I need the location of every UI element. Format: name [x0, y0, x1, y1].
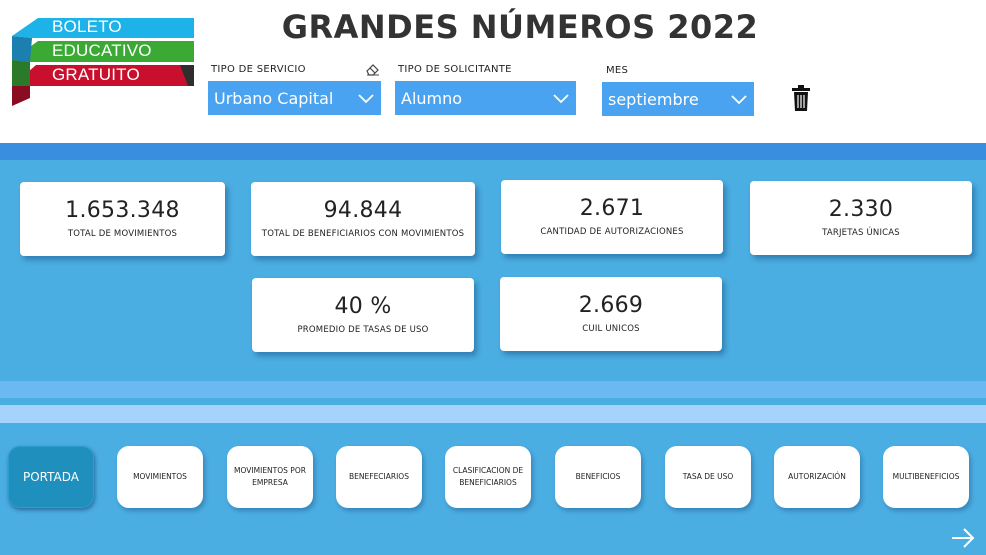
kpi-card-cuil-unicos: 2.669 CUIL UNICOS [500, 277, 722, 351]
kpi-label: TARJETAS ÚNICAS [822, 228, 900, 238]
nav-button-autorizacion[interactable]: AUTORIZACIÓN [774, 446, 860, 508]
chevron-down-icon [553, 94, 569, 104]
page-title: GRANDES NÚMEROS 2022 [281, 8, 759, 46]
kpi-card-beneficiarios: 94.844 TOTAL DE BENEFICIARIOS CON MOVIMI… [251, 182, 475, 256]
logo-text-line2: EDUCATIVO [52, 41, 152, 60]
nav-button-beneficiarios[interactable]: BENEFECIARIOS [336, 446, 422, 508]
filter-label-mes: MES [606, 65, 629, 76]
boleto-educativo-gratuito-logo: BOLETO EDUCATIVO GRATUITO [12, 14, 196, 106]
kpi-label: TOTAL DE MOVIMIENTOS [67, 229, 178, 239]
panel-top-stripe [0, 143, 986, 160]
kpi-value: 2.330 [828, 197, 894, 222]
solicitante-selected-value: Alumno [401, 88, 463, 108]
eraser-icon[interactable] [364, 62, 380, 76]
nav-button-tasa-de-uso[interactable]: TASA DE USO [665, 446, 751, 508]
kpi-card-autorizaciones: 2.671 CANTIDAD DE AUTORIZACIONES [501, 180, 723, 254]
kpi-value: 94.844 [323, 198, 403, 223]
kpi-label: CUIL UNICOS [582, 324, 640, 334]
kpi-value: 2.669 [578, 293, 644, 318]
nav-button-portada[interactable]: PORTADA [8, 446, 94, 508]
logo-text-line1: BOLETO [52, 17, 122, 36]
filter-label-solicitante: TIPO DE SOLICITANTE [398, 64, 512, 75]
kpi-card-tasas-de-uso: 40 % PROMEDIO DE TASAS DE USO [252, 278, 474, 352]
nav-button-movimientos-por-empresa[interactable]: MOVIMIENTOS POR EMPRESA [227, 446, 313, 508]
panel-divider-stripe-light [0, 405, 986, 423]
solicitante-dropdown[interactable]: Alumno [395, 81, 576, 115]
filter-label-servicio: TIPO DE SERVICIO [211, 64, 306, 75]
nav-button-movimientos[interactable]: MOVIMIENTOS [117, 446, 203, 508]
logo-text-line3: GRATUITO [52, 65, 140, 84]
servicio-selected-value: Urbano Capital [214, 88, 334, 108]
arrow-right-icon[interactable] [950, 526, 976, 550]
nav-button-beneficios[interactable]: BENEFICIOS [555, 446, 641, 508]
kpi-value: 40 % [334, 294, 392, 319]
servicio-dropdown[interactable]: Urbano Capital [208, 81, 381, 115]
mes-selected-value: septiembre [608, 89, 699, 109]
kpi-label: CANTIDAD DE AUTORIZACIONES [540, 227, 684, 237]
nav-button-multibeneficios[interactable]: MULTIBENEFICIOS [883, 446, 969, 508]
kpi-card-tarjetas-unicas: 2.330 TARJETAS ÚNICAS [750, 181, 972, 255]
kpi-value: 2.671 [579, 196, 645, 221]
dashboard-page: BOLETO EDUCATIVO GRATUITO GRANDES NÚMERO… [0, 0, 986, 555]
panel-divider-stripe [0, 381, 986, 398]
kpi-label: PROMEDIO DE TASAS DE USO [297, 325, 429, 335]
nav-button-clasificacion-beneficiarios[interactable]: CLASIFICACION DE BENEFICIARIOS [445, 446, 531, 508]
kpi-card-total-movimientos: 1.653.348 TOTAL DE MOVIMIENTOS [20, 182, 225, 256]
trash-icon[interactable] [791, 84, 811, 112]
chevron-down-icon [358, 94, 374, 104]
chevron-down-icon [731, 95, 747, 105]
mes-dropdown[interactable]: septiembre [602, 82, 754, 116]
kpi-label: TOTAL DE BENEFICIARIOS CON MOVIMIENTOS [261, 229, 465, 239]
kpi-value: 1.653.348 [65, 198, 180, 223]
